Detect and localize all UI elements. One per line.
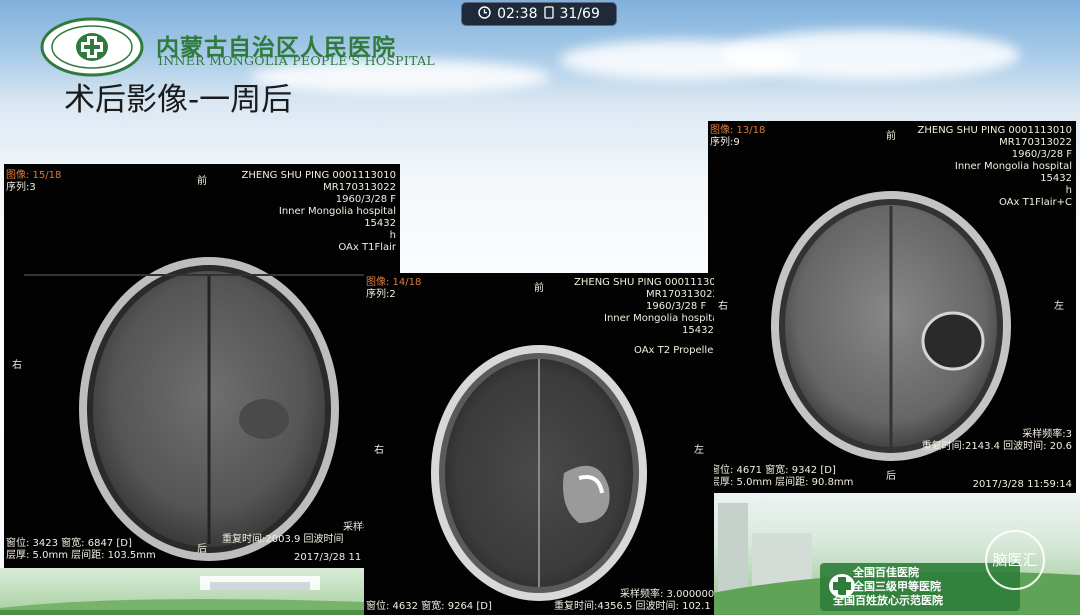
window-level: 窗位: 4671 窗宽: 9342 [D]	[710, 465, 836, 476]
study-id: MR170313022	[323, 182, 396, 193]
presentation-slide: 02:38 31/69 内蒙古自治区人民医院 INNER MONGOLIA PE…	[0, 0, 1080, 615]
elapsed-time: 02:38	[497, 6, 538, 22]
repetition-time: 重复时间:2143.4 回波时间: 20.6	[921, 441, 1072, 452]
patient-name: ZHENG SHU PING 0001113010	[574, 277, 714, 288]
orientation-right: 右	[374, 445, 384, 456]
slice-thickness: 层厚: 5.0mm 层间距: 90.8mm	[710, 477, 854, 488]
orientation-front: 前	[886, 131, 896, 142]
study-id: MR170313022	[646, 289, 714, 300]
orientation-right: 右	[718, 301, 728, 312]
hospital-label: Inner Mongolia hospital	[954, 161, 1072, 172]
orientation-left: 左	[1054, 301, 1064, 312]
mri-panel-t2: 图像: 14/18 序列:2 前 ZHENG SHU PING 00011130…	[364, 273, 714, 615]
slideshow-status-bar: 02:38 31/69	[462, 3, 616, 25]
repetition-time: 重复时间:2003.9 回波时间	[222, 534, 344, 545]
hospital-name-english: INNER MONGOLIA PEOPLE'S HOSPITAL	[158, 53, 436, 68]
patient-name: ZHENG SHU PING 0001113010	[917, 125, 1072, 136]
window-level: 窗位: 4632 窗宽: 9264 [D]	[366, 601, 492, 612]
watermark-logo: 脑医汇	[985, 530, 1045, 590]
badge-line: 全国百佳医院	[853, 566, 919, 579]
sequence-label: OAx T1Flair	[338, 242, 396, 253]
study-id: MR170313022	[999, 137, 1072, 148]
h-label: h	[389, 230, 396, 241]
code-label: 15432	[682, 325, 714, 336]
orientation-right: 右	[12, 360, 22, 371]
orientation-back: 后	[197, 544, 207, 555]
window-level: 窗位: 3423 窗宽: 6847 [D]	[6, 538, 132, 549]
orientation-front: 前	[197, 176, 207, 187]
scan-datetime: 2017/3/28 11:59:14	[972, 479, 1072, 490]
sampling-rate: 采样频率:3	[1022, 429, 1072, 440]
patient-name: ZHENG SHU PING 0001113010	[241, 170, 396, 181]
badge-line: 全国百姓放心示范医院	[833, 594, 943, 607]
hospital-seal-icon	[40, 17, 144, 77]
orientation-front: 前	[534, 283, 544, 294]
image-index: 图像: 15/18	[6, 170, 62, 181]
slide-title: 术后影像-一周后	[64, 82, 293, 118]
slice-thickness: 层厚: 5.0mm 层间距: 103.5mm	[6, 550, 156, 561]
code-label: 15432	[364, 218, 396, 229]
clock-icon	[478, 5, 491, 23]
h-label: h	[1065, 185, 1072, 196]
series-number: 序列:9	[710, 137, 740, 148]
image-index: 图像: 14/18	[366, 277, 422, 288]
mri-panel-t1-contrast: 图像: 13/18 序列:9 前 ZHENG SHU PING 00011130…	[708, 121, 1076, 493]
hospital-honors-badge: 全国百佳医院 全国三级甲等医院 全国百姓放心示范医院	[833, 566, 943, 608]
series-number: 序列:2	[366, 289, 396, 300]
repetition-time: 重复时间:4356.5 回波时间: 102.1	[554, 601, 711, 612]
patient-dob: 1960/3/28 F	[646, 301, 707, 312]
brain-scan-image	[771, 191, 1011, 461]
orientation-back: 后	[886, 471, 896, 482]
patient-dob: 1960/3/28 F	[335, 194, 396, 205]
sequence-label: OAx T1Flair+C	[998, 197, 1072, 208]
hospital-label: Inner Mongolia hospital	[278, 206, 396, 217]
image-index: 图像: 13/18	[710, 125, 766, 136]
page-icon	[543, 5, 554, 23]
scan-datetime: 2017/3/28 11	[294, 552, 362, 563]
sampling-rate: 采样频率: 3.000000	[620, 589, 714, 600]
sequence-label: OAx T2 Propelle	[634, 345, 714, 356]
hospital-label: Inner Mongolia hospital	[604, 313, 714, 324]
code-label: 15432	[1040, 173, 1072, 184]
orientation-left: 左	[694, 445, 704, 456]
badge-line: 全国三级甲等医院	[853, 580, 941, 593]
footer-banner-left	[0, 568, 365, 615]
brain-scan-image	[24, 257, 384, 561]
patient-dob: 1960/3/28 F	[1011, 149, 1072, 160]
mri-panel-t1: 图像: 15/18 序列:3 前 ZHENG SHU PING 00011130…	[4, 164, 400, 568]
slide-counter: 31/69	[559, 6, 600, 22]
cloud-decoration	[720, 30, 1020, 80]
series-number: 序列:3	[6, 182, 36, 193]
